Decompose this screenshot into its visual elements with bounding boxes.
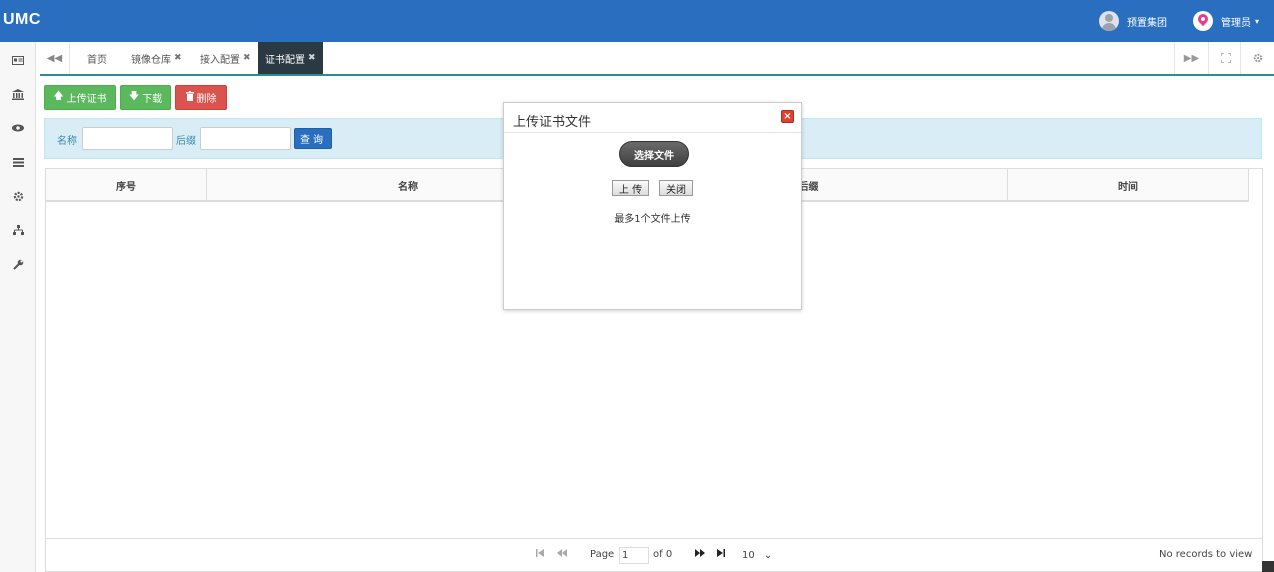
dialog-divider bbox=[504, 132, 801, 133]
records-info: No records to view bbox=[1159, 549, 1253, 560]
tab-label: 镜像仓库 bbox=[131, 54, 171, 66]
id-card-icon[interactable] bbox=[9, 52, 27, 68]
resize-corner bbox=[1262, 561, 1274, 572]
delete-button[interactable]: 删除 bbox=[175, 85, 227, 110]
trash-icon bbox=[185, 91, 194, 104]
suffix-input[interactable] bbox=[200, 127, 291, 150]
upload-cert-dialog: 上传证书文件 × 选择文件 上 传 关闭 最多1个文件上传 bbox=[503, 102, 802, 310]
arrow-up-icon: 🡅 bbox=[53, 91, 64, 102]
prev-page-icon[interactable] bbox=[557, 549, 567, 560]
sidebar bbox=[0, 42, 36, 572]
org-switcher[interactable]: 预置集团 bbox=[1099, 11, 1167, 31]
chevron-down-icon: ⌄ bbox=[763, 550, 773, 561]
fullscreen-icon[interactable] bbox=[1208, 42, 1242, 74]
user-menu[interactable]: 管理员 ▾ bbox=[1193, 11, 1259, 31]
upload-limit-note: 最多1个文件上传 bbox=[614, 214, 691, 225]
upload-cert-label: 上传证书 bbox=[66, 94, 107, 105]
tab-image-repo[interactable]: 镜像仓库 ✖ bbox=[124, 42, 189, 74]
page-total: of 0 bbox=[653, 549, 673, 560]
org-avatar-icon bbox=[1099, 11, 1119, 31]
choose-file-button[interactable]: 选择文件 bbox=[619, 141, 689, 167]
next-page-icon[interactable] bbox=[695, 549, 705, 560]
delete-label: 删除 bbox=[196, 94, 217, 105]
tab-label: 证书配置 bbox=[265, 54, 305, 66]
upload-button[interactable]: 上 传 bbox=[612, 180, 649, 196]
chevron-down-icon: ▾ bbox=[1255, 16, 1260, 26]
tabs-scroll-left-icon[interactable]: ◀◀ bbox=[40, 42, 70, 74]
tab-label: 首页 bbox=[87, 54, 107, 66]
tab-bar: ◀◀ 首页 镜像仓库 ✖ 接入配置 ✖ 证书配置 ✖ ▶▶ bbox=[40, 42, 1274, 76]
name-label: 名称 bbox=[57, 136, 77, 147]
list-icon[interactable] bbox=[9, 154, 27, 170]
upload-cert-button[interactable]: 🡅 上传证书 bbox=[44, 85, 116, 110]
name-input[interactable] bbox=[82, 127, 173, 150]
gear-icon[interactable] bbox=[9, 188, 27, 204]
close-button[interactable]: 关闭 bbox=[659, 180, 693, 196]
close-icon[interactable]: ✖ bbox=[243, 53, 251, 63]
tab-access-config[interactable]: 接入配置 ✖ bbox=[193, 42, 258, 74]
close-icon[interactable]: ✖ bbox=[174, 53, 182, 63]
last-page-icon[interactable] bbox=[717, 549, 725, 560]
close-icon[interactable]: × bbox=[781, 110, 794, 123]
org-name: 预置集团 bbox=[1127, 17, 1167, 29]
tabs-scroll-right-icon[interactable]: ▶▶ bbox=[1174, 42, 1208, 74]
tab-home[interactable]: 首页 bbox=[80, 42, 114, 74]
tab-settings-gear-icon[interactable] bbox=[1240, 42, 1274, 74]
tab-cert-config[interactable]: 证书配置 ✖ bbox=[258, 42, 323, 74]
dialog-title: 上传证书文件 bbox=[513, 115, 592, 130]
user-name: 管理员 bbox=[1221, 17, 1251, 29]
suffix-label: 后缀 bbox=[176, 136, 196, 147]
page-size-value: 10 bbox=[742, 550, 755, 561]
top-bar: UMC 预置集团 管理员 ▾ bbox=[0, 0, 1274, 42]
column-header-time[interactable]: 时间 bbox=[1008, 169, 1249, 201]
page-label: Page bbox=[590, 549, 615, 560]
pager: Page 1 of 0 10 ⌄ No records to view bbox=[46, 538, 1262, 571]
sitemap-icon[interactable] bbox=[9, 222, 27, 238]
wrench-icon[interactable] bbox=[9, 256, 27, 272]
page-size-select[interactable]: 10 ⌄ bbox=[738, 547, 776, 564]
app-brand[interactable]: UMC bbox=[3, 11, 41, 29]
arrow-down-icon: 🡇 bbox=[128, 91, 140, 102]
column-header-index[interactable]: 序号 bbox=[46, 169, 207, 201]
query-button[interactable]: 查询 bbox=[294, 128, 332, 149]
tab-label: 接入配置 bbox=[200, 54, 240, 66]
close-icon[interactable]: ✖ bbox=[308, 53, 316, 63]
first-page-icon[interactable] bbox=[536, 549, 544, 560]
eye-icon[interactable] bbox=[9, 120, 27, 136]
download-label: 下载 bbox=[142, 94, 163, 105]
download-button[interactable]: 🡇 下载 bbox=[120, 85, 171, 110]
page-number-input[interactable]: 1 bbox=[619, 547, 649, 564]
bank-icon[interactable] bbox=[9, 86, 27, 102]
user-avatar-icon bbox=[1193, 11, 1213, 31]
